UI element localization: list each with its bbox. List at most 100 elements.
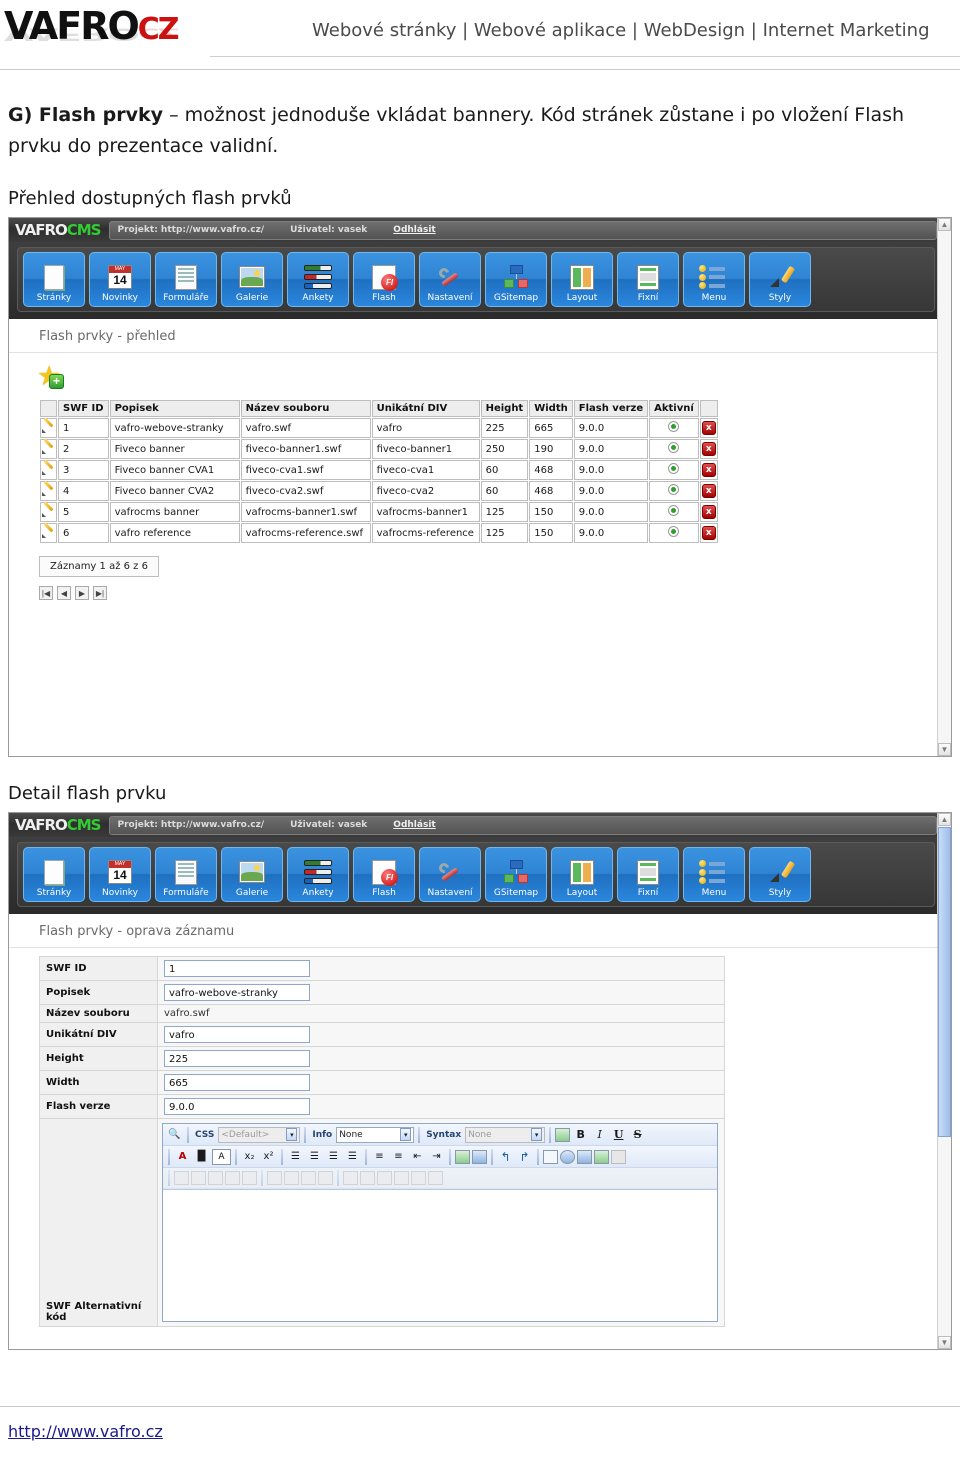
pager-last-button[interactable]: ▶| [93, 586, 107, 600]
pencil-icon[interactable] [42, 441, 55, 454]
align-right-icon[interactable]: ☰ [325, 1148, 342, 1165]
delete-cell[interactable]: x [699, 418, 718, 438]
menu-button-ankety[interactable]: Ankety [287, 252, 349, 307]
menu-button-flash[interactable]: Fl Flash [353, 252, 415, 307]
menu-button-styly[interactable]: Styly [749, 847, 811, 902]
active-radio-icon[interactable] [668, 484, 680, 495]
delete-cell[interactable]: x [699, 481, 718, 501]
height-input[interactable]: 225 [164, 1050, 310, 1067]
width-input[interactable]: 665 [164, 1074, 310, 1091]
menu-button-menu[interactable]: Menu [683, 847, 745, 902]
cell-aktivni[interactable] [649, 502, 699, 522]
align-center-icon[interactable]: ☰ [306, 1148, 323, 1165]
menu-button-nastaveni[interactable]: Nastavení [419, 252, 481, 307]
strikethrough-button[interactable]: S [629, 1126, 646, 1143]
help-icon[interactable] [560, 1149, 575, 1164]
cell-aktivni[interactable] [649, 481, 699, 501]
menu-button-layout[interactable]: Layout [551, 252, 613, 307]
delete-cell[interactable]: x [699, 523, 718, 543]
align-left-icon[interactable]: ☰ [287, 1148, 304, 1165]
table-row[interactable]: 4 Fiveco banner CVA2 fiveco-cva2.swf fiv… [40, 481, 718, 501]
menu-button-gsitemap[interactable]: GSitemap [485, 252, 547, 307]
table-row[interactable]: 3 Fiveco banner CVA1 fiveco-cva1.swf fiv… [40, 460, 718, 480]
magnifier-icon[interactable]: 🔍 [166, 1126, 183, 1143]
table-row[interactable]: 5 vafrocms banner vafrocms-banner1.swf v… [40, 502, 718, 522]
info-select[interactable]: None ▾ [336, 1126, 415, 1143]
table-row[interactable]: 2 Fiveco banner fiveco-banner1.swf fivec… [40, 439, 718, 459]
overview-scrollbar[interactable]: ▲ ▼ [937, 218, 951, 756]
indent-icon[interactable]: ⇥ [428, 1148, 445, 1165]
delete-icon[interactable]: x [701, 526, 716, 540]
div-input[interactable]: vafro [164, 1026, 310, 1043]
font-style-icon[interactable]: A [212, 1148, 231, 1165]
menu-button-nastaveni[interactable]: Nastavení [419, 847, 481, 902]
logout-link[interactable]: Odhlásit [393, 225, 435, 235]
active-radio-icon[interactable] [668, 505, 680, 516]
menu-button-stranky[interactable]: Stránky [23, 847, 85, 902]
star-add-icon[interactable]: ★ + [37, 363, 67, 391]
redo-icon[interactable]: ↱ [516, 1148, 533, 1165]
scroll-up-arrow-icon[interactable]: ▲ [938, 218, 951, 231]
cell-aktivni[interactable] [649, 418, 699, 438]
footer-url-link[interactable]: http://www.vafro.cz [8, 1422, 163, 1441]
editor-content-area[interactable] [163, 1189, 717, 1321]
edit-cell[interactable] [40, 523, 57, 543]
pencil-icon[interactable] [42, 483, 55, 496]
active-radio-icon[interactable] [668, 442, 680, 453]
verze-input[interactable]: 9.0.0 [164, 1098, 310, 1115]
delete-icon[interactable]: x [701, 505, 716, 519]
underline-button[interactable]: U [610, 1126, 627, 1143]
pencil-icon[interactable] [42, 504, 55, 517]
delete-icon[interactable]: x [701, 484, 716, 498]
menu-button-menu[interactable]: Menu [683, 252, 745, 307]
menu-button-styly[interactable]: Styly [749, 252, 811, 307]
delete-icon[interactable]: x [701, 442, 716, 456]
table-row[interactable]: 6 vafro reference vafrocms-reference.swf… [40, 523, 718, 543]
pager-next-button[interactable]: ▶ [75, 586, 89, 600]
table-properties-icon[interactable] [594, 1149, 609, 1164]
outdent-icon[interactable]: ⇤ [409, 1148, 426, 1165]
menu-button-novinky[interactable]: MAY 14 Novinky [89, 847, 151, 902]
scroll-up-arrow-icon[interactable]: ▲ [938, 813, 951, 826]
delete-icon[interactable]: x [701, 421, 716, 435]
menu-button-stranky[interactable]: Stránky [23, 252, 85, 307]
menu-button-novinky[interactable]: MAY 14 Novinky [89, 252, 151, 307]
css-select[interactable]: <Default> ▾ [218, 1126, 301, 1143]
delete-cell[interactable]: x [699, 460, 718, 480]
insert-image-icon[interactable] [472, 1149, 487, 1164]
scrollbar-thumb[interactable] [938, 827, 951, 1137]
delete-cell[interactable]: x [699, 439, 718, 459]
italic-button[interactable]: I [591, 1126, 608, 1143]
pager-first-button[interactable]: |◀ [39, 586, 53, 600]
scroll-down-arrow-icon[interactable]: ▼ [938, 1336, 951, 1349]
cell-aktivni[interactable] [649, 439, 699, 459]
insert-link-icon[interactable] [455, 1149, 470, 1164]
menu-button-ankety[interactable]: Ankety [287, 847, 349, 902]
menu-button-layout[interactable]: Layout [551, 847, 613, 902]
cell-aktivni[interactable] [649, 523, 699, 543]
ordered-list-icon[interactable]: ≡ [371, 1148, 388, 1165]
menu-button-galerie[interactable]: Galerie [221, 252, 283, 307]
edit-cell[interactable] [40, 502, 57, 522]
swf-id-input[interactable]: 1 [164, 960, 310, 977]
edit-cell[interactable] [40, 460, 57, 480]
bold-button[interactable]: B [572, 1126, 589, 1143]
menu-button-flash[interactable]: Fl Flash [353, 847, 415, 902]
edit-cell[interactable] [40, 481, 57, 501]
syntax-select[interactable]: None ▾ [465, 1126, 546, 1143]
popisek-input[interactable]: vafro-webove-stranky [164, 984, 310, 1001]
scroll-down-arrow-icon[interactable]: ▼ [938, 743, 951, 756]
source-code-icon[interactable] [543, 1149, 558, 1164]
menu-button-fixni[interactable]: Fixní [617, 847, 679, 902]
delete-cell[interactable]: x [699, 502, 718, 522]
menu-button-formulare[interactable]: Formuláře [155, 847, 217, 902]
table-row[interactable]: 1 vafro-webove-stranky vafro.swf vafro 2… [40, 418, 718, 438]
active-radio-icon[interactable] [668, 421, 680, 432]
text-color-icon[interactable]: A [174, 1148, 191, 1165]
pager-prev-button[interactable]: ◀ [57, 586, 71, 600]
pencil-icon[interactable] [42, 420, 55, 433]
detail-scrollbar[interactable]: ▲ ▼ [937, 813, 951, 1349]
unordered-list-icon[interactable]: ≡ [390, 1148, 407, 1165]
pencil-icon[interactable] [42, 462, 55, 475]
subscript-button[interactable]: x₂ [241, 1148, 258, 1165]
